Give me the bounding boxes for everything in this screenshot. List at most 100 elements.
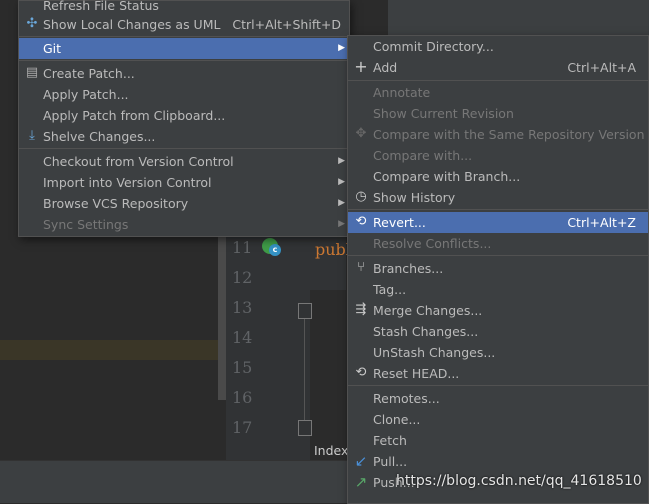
menu-item-label: Import into Version Control	[43, 175, 212, 190]
menu-item-clone[interactable]: Clone...	[348, 409, 648, 430]
menu-item-label: UnStash Changes...	[373, 345, 496, 360]
menu-item-revert[interactable]: ⟲ Revert... Ctrl+Alt+Z	[348, 212, 648, 233]
menu-item-shortcut: Ctrl+Alt+Z	[567, 215, 636, 230]
line-number: 14	[232, 328, 253, 347]
menu-item-compare-with: Compare with...	[348, 145, 648, 166]
menu-item-label: Checkout from Version Control	[43, 154, 234, 169]
menu-separator	[348, 385, 648, 386]
menu-separator	[348, 255, 648, 256]
menu-item-browse-vcs[interactable]: Browse VCS Repository ▶	[19, 193, 349, 214]
menu-item-create-patch[interactable]: ▤ Create Patch...	[19, 63, 349, 84]
menu-item-label: Show Current Revision	[373, 106, 514, 121]
menu-item-label: Reset HEAD...	[373, 366, 460, 381]
menu-item-label: Resolve Conflicts...	[373, 236, 492, 251]
shelve-icon: ⤓	[29, 128, 35, 143]
menu-item-git[interactable]: Git ▶	[19, 38, 349, 59]
line-number: 17	[232, 418, 253, 437]
merge-icon: ⇶	[355, 302, 367, 317]
pull-arrow-icon: ↙	[354, 452, 368, 470]
menu-item-label: Remotes...	[373, 391, 440, 406]
uml-icon: ✣	[26, 16, 38, 31]
menu-item-tag[interactable]: Tag...	[348, 279, 648, 300]
toolbar-area	[388, 0, 649, 36]
code-keyword: publ	[315, 240, 351, 259]
fold-marker-icon[interactable]	[298, 420, 312, 436]
menu-item-label: Merge Changes...	[373, 303, 483, 318]
menu-item-branches[interactable]: ⑂ Branches...	[348, 258, 648, 279]
menu-item-label: Apply Patch from Clipboard...	[43, 108, 226, 123]
line-number: 16	[232, 388, 253, 407]
menu-item-compare-branch[interactable]: Compare with Branch...	[348, 166, 648, 187]
compare-icon: ✥	[355, 126, 367, 141]
submenu-arrow-icon: ▶	[338, 43, 345, 53]
menu-separator	[19, 148, 349, 149]
highlighted-line	[0, 340, 222, 360]
menu-item-label: Browse VCS Repository	[43, 196, 189, 211]
menu-separator	[19, 36, 349, 37]
submenu-arrow-icon: ▶	[338, 219, 345, 229]
panel-scrollbar[interactable]	[218, 230, 226, 400]
menu-item-label: Commit Directory...	[373, 39, 494, 54]
menu-item-shelve-changes[interactable]: ⤓ Shelve Changes...	[19, 126, 349, 147]
submenu-arrow-icon: ▶	[338, 198, 345, 208]
menu-item-unstash-changes[interactable]: UnStash Changes...	[348, 342, 648, 363]
menu-item-add[interactable]: + Add Ctrl+Alt+A	[348, 57, 648, 78]
menu-item-show-current-revision: Show Current Revision	[348, 103, 648, 124]
plus-icon: +	[354, 57, 368, 76]
git-submenu: Commit Directory... + Add Ctrl+Alt+A Ann…	[347, 35, 649, 504]
menu-item-label: Show Local Changes as UML	[43, 17, 221, 32]
revert-icon: ⟲	[355, 214, 367, 229]
menu-item-apply-patch-clipboard[interactable]: Apply Patch from Clipboard...	[19, 105, 349, 126]
push-arrow-icon: ↗	[354, 473, 368, 491]
menu-item-label: Branches...	[373, 261, 444, 276]
menu-item-label: Fetch	[373, 433, 407, 448]
menu-item-show-local-changes-uml[interactable]: ✣ Show Local Changes as UML Ctrl+Alt+Shi…	[19, 14, 349, 35]
code-area	[310, 290, 350, 460]
menu-item-show-history[interactable]: ◷ Show History	[348, 187, 648, 208]
menu-item-label: Show History	[373, 190, 456, 205]
menu-item-remotes[interactable]: Remotes...	[348, 388, 648, 409]
menu-item-shortcut: Ctrl+Alt+A	[567, 60, 636, 75]
menu-item-compare-same-repo: ✥ Compare with the Same Repository Versi…	[348, 124, 648, 145]
watermark-text: https://blog.csdn.net/qq_41618510	[396, 473, 642, 489]
reset-icon: ⟲	[355, 365, 367, 380]
menu-item-merge-changes[interactable]: ⇶ Merge Changes...	[348, 300, 648, 321]
fold-line	[304, 305, 305, 425]
menu-item-label: Annotate	[373, 85, 431, 100]
menu-item-label: Revert...	[373, 215, 426, 230]
menu-item-commit-directory[interactable]: Commit Directory...	[348, 36, 648, 57]
submenu-arrow-icon: ▶	[338, 177, 345, 187]
menu-item-annotate: Annotate	[348, 82, 648, 103]
line-number: 12	[232, 268, 253, 287]
menu-item-label: Apply Patch...	[43, 87, 129, 102]
menu-item-label: Compare with the Same Repository Version	[373, 127, 645, 142]
menu-separator	[348, 209, 648, 210]
menu-item-pull[interactable]: ↙ Pull...	[348, 451, 648, 472]
menu-item-label: Sync Settings	[43, 217, 129, 232]
menu-item-label: Clone...	[373, 412, 421, 427]
menu-item-apply-patch[interactable]: Apply Patch...	[19, 84, 349, 105]
clock-icon: ◷	[355, 189, 367, 204]
menu-item-label: Compare with...	[373, 148, 473, 163]
menu-item-label: Git	[43, 41, 62, 56]
menu-item-label: Pull...	[373, 454, 408, 469]
menu-separator	[348, 80, 648, 81]
vcs-menu: Refresh File Status ✣ Show Local Changes…	[18, 0, 350, 237]
fold-marker-icon[interactable]	[298, 303, 312, 319]
menu-item-import-vcs[interactable]: Import into Version Control ▶	[19, 172, 349, 193]
line-number: 15	[232, 358, 253, 377]
editor-tab-index[interactable]: Index	[314, 443, 348, 458]
menu-item-fetch[interactable]: Fetch	[348, 430, 648, 451]
menu-item-stash-changes[interactable]: Stash Changes...	[348, 321, 648, 342]
line-number: 13	[232, 298, 253, 317]
menu-item-shortcut: Ctrl+Alt+Shift+D	[232, 17, 341, 32]
menu-separator	[19, 60, 349, 61]
menu-item-resolve-conflicts: Resolve Conflicts...	[348, 233, 648, 254]
menu-item-label: Refresh File Status	[43, 0, 159, 13]
menu-item-reset-head[interactable]: ⟲ Reset HEAD...	[348, 363, 648, 384]
menu-item-label: Stash Changes...	[373, 324, 479, 339]
line-number: 11	[232, 238, 253, 257]
patch-icon: ▤	[25, 65, 39, 80]
menu-item-label: Tag...	[373, 282, 407, 297]
menu-item-checkout-vcs[interactable]: Checkout from Version Control ▶	[19, 151, 349, 172]
